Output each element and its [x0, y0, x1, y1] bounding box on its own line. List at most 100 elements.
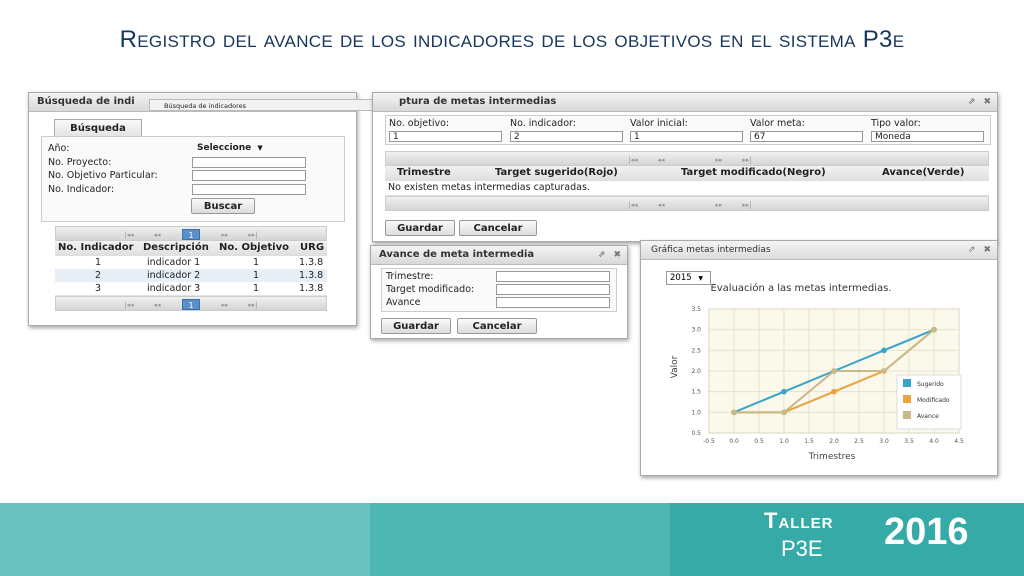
last-page-icon[interactable]: ▸▸|: [244, 231, 262, 239]
project-label: No. Proyecto:: [48, 157, 112, 168]
col-quarter: Trimestre: [397, 167, 451, 178]
current-page[interactable]: 1: [182, 229, 200, 240]
indicator-input[interactable]: [192, 184, 306, 195]
progress-window-header: Avance de meta intermedia ⇗ ✖: [371, 246, 627, 265]
close-icon[interactable]: ✖: [983, 245, 991, 255]
chart-window: Gráfica metas intermedias ⇗ ✖ 2015 ▼ Eval…: [640, 240, 998, 476]
cancel-button[interactable]: Cancelar: [459, 220, 537, 236]
table-row[interactable]: 1 indicador 1 1 1.3.8: [55, 256, 327, 270]
table-row[interactable]: 2 indicador 2 1 1.3.8: [55, 269, 327, 283]
x-tick-label: 2.5: [854, 438, 864, 445]
next-page-icon[interactable]: ▸▸: [216, 301, 234, 309]
next-page-icon[interactable]: ▸▸: [710, 156, 728, 164]
restore-icon[interactable]: ⇗: [968, 97, 976, 107]
modified-target-input[interactable]: [496, 284, 610, 295]
prev-page-icon[interactable]: ◂◂: [652, 156, 670, 164]
project-input[interactable]: [192, 157, 306, 168]
legend-label: Modificado: [917, 397, 950, 404]
y-tick-label: 0.5: [691, 430, 701, 437]
prev-page-icon[interactable]: ◂◂: [148, 301, 166, 309]
x-tick-label: 4.0: [929, 438, 939, 445]
progress-window: Avance de meta intermedia ⇗ ✖ Trimestre: …: [370, 245, 628, 339]
x-tick-label: 4.5: [954, 438, 964, 445]
prev-page-icon[interactable]: ◂◂: [148, 231, 166, 239]
data-point: [781, 409, 787, 416]
col-urg: URG: [300, 242, 325, 253]
search-form-panel: Año: Seleccione ▼ No. Proyecto: No. Obje…: [41, 136, 345, 222]
first-page-icon[interactable]: |◂◂: [624, 156, 642, 164]
target-value-label: Valor meta:: [750, 118, 805, 129]
data-point: [931, 326, 937, 333]
data-point: [731, 409, 737, 416]
first-page-icon[interactable]: |◂◂: [120, 301, 138, 309]
y-tick-label: 2.5: [691, 347, 701, 354]
data-point: [881, 368, 887, 374]
pager-top: |◂◂ ◂◂ 1 ▸▸ ▸▸|: [55, 226, 327, 241]
cancel-button[interactable]: Cancelar: [457, 318, 537, 334]
first-page-icon[interactable]: |◂◂: [120, 231, 138, 239]
footer-accent-mid: [370, 503, 670, 576]
close-icon[interactable]: ✖: [613, 250, 621, 260]
year-label: Año:: [48, 143, 70, 154]
prev-page-icon[interactable]: ◂◂: [652, 201, 670, 209]
search-tab[interactable]: Búsqueda: [54, 119, 142, 137]
last-page-icon[interactable]: ▸▸|: [244, 301, 262, 309]
y-tick-label: 3.0: [691, 327, 701, 334]
chart-title: Evaluación a las metas intermedias.: [710, 282, 891, 294]
data-point: [831, 368, 837, 374]
restore-icon[interactable]: ⇗: [598, 250, 606, 260]
progress-label: Avance: [386, 297, 421, 308]
value-type-label: Tipo valor:: [871, 118, 921, 129]
x-tick-label: 2.0: [829, 438, 839, 445]
x-tick-label: 0.5: [754, 438, 764, 445]
col-progress: Avance(Verde): [882, 167, 965, 178]
progress-window-title: Avance de meta intermedia: [379, 249, 535, 260]
year-select[interactable]: Seleccione ▼: [194, 143, 272, 154]
current-page[interactable]: 1: [182, 299, 200, 310]
value-type-input[interactable]: Moneda: [871, 131, 984, 142]
search-button[interactable]: Buscar: [191, 198, 255, 214]
save-button[interactable]: Guardar: [381, 318, 451, 334]
progress-form-panel: Trimestre: Target modificado: Avance: [381, 268, 617, 312]
x-tick-label: 3.0: [879, 438, 889, 445]
initial-value-input[interactable]: 1: [630, 131, 743, 142]
modified-target-label: Target modificado:: [386, 284, 475, 295]
close-icon[interactable]: ✖: [983, 97, 991, 107]
search-window-tooltip: Búsqueda de indicadores: [149, 99, 399, 111]
capture-window-header: ptura de metas intermedias ⇗ ✖: [373, 93, 997, 112]
objective-no-input[interactable]: 1: [389, 131, 502, 142]
line-chart: Evaluación a las metas intermedias. Valo…: [670, 282, 964, 462]
progress-input[interactable]: [496, 297, 610, 308]
last-page-icon[interactable]: ▸▸|: [738, 156, 756, 164]
col-objective: No. Objetivo: [219, 242, 289, 253]
x-tick-label: 1.0: [779, 438, 789, 445]
restore-icon[interactable]: ⇗: [968, 245, 976, 255]
objective-no-label: No. objetivo:: [389, 118, 450, 129]
y-tick-label: 2.0: [691, 368, 701, 375]
capture-window: ptura de metas intermedias ⇗ ✖ No. objeti…: [372, 92, 998, 242]
legend-label: Sugerido: [917, 381, 944, 388]
initial-value-label: Valor inicial:: [630, 118, 688, 129]
y-axis-label: Valor: [670, 355, 680, 378]
objective-input[interactable]: [192, 170, 306, 181]
table-row[interactable]: 3 indicador 3 1 1.3.8: [55, 282, 327, 296]
legend-label: Avance: [917, 413, 939, 420]
first-page-icon[interactable]: |◂◂: [624, 201, 642, 209]
footer-taller: Taller: [764, 508, 834, 533]
x-tick-label: 1.5: [804, 438, 814, 445]
objective-label: No. Objetivo Particular:: [48, 170, 158, 181]
indicator-no-input[interactable]: 2: [510, 131, 623, 142]
save-button[interactable]: Guardar: [385, 220, 455, 236]
col-modified: Target modificado(Negro): [681, 167, 826, 178]
y-tick-label: 1.5: [691, 389, 701, 396]
next-page-icon[interactable]: ▸▸: [710, 201, 728, 209]
next-page-icon[interactable]: ▸▸: [216, 231, 234, 239]
x-tick-label: 0.0: [729, 438, 739, 445]
pager-bottom: |◂◂ ◂◂ 1 ▸▸ ▸▸|: [55, 296, 327, 311]
target-value-input[interactable]: 67: [750, 131, 863, 142]
quarter-input[interactable]: [496, 271, 610, 282]
x-axis-label: Trimestres: [808, 452, 856, 462]
last-page-icon[interactable]: ▸▸|: [738, 201, 756, 209]
legend-swatch: [903, 395, 911, 403]
capture-window-title: ptura de metas intermedias: [399, 96, 557, 107]
